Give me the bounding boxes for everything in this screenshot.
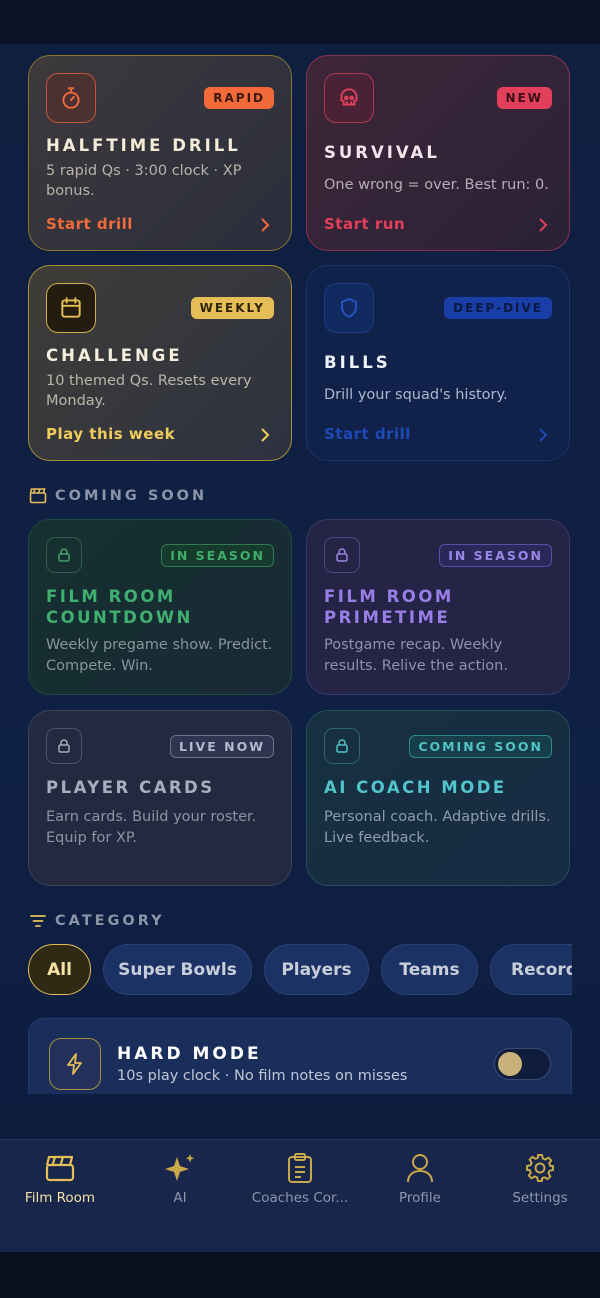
ai-coach-mode-card: COMING SOON AI COACH MODE Personal coach…: [306, 710, 570, 886]
survival-title: SURVIVAL: [324, 143, 440, 162]
hard-mode-row: HARD MODE 10s play clock · No film notes…: [28, 1018, 572, 1094]
stopwatch-icon: [46, 73, 96, 123]
play-this-week-link[interactable]: Play this week: [46, 425, 175, 443]
film-room-primetime-desc: Postgame recap. Weekly results. Relive t…: [324, 637, 508, 674]
challenge-title: CHALLENGE: [46, 346, 183, 365]
clapperboard-icon: [29, 488, 47, 504]
start-run-link[interactable]: Start run: [324, 215, 405, 233]
ai-coach-mode-desc: Personal coach. Adaptive drills. Live fe…: [324, 809, 551, 846]
chip-super-bowls[interactable]: Super Bowls: [103, 944, 252, 995]
film-room-countdown-title: FILM ROOM COUNTDOWN: [46, 587, 193, 627]
nav-settings[interactable]: Settings: [480, 1150, 600, 1206]
nav-profile[interactable]: Profile: [360, 1150, 480, 1206]
category-label: CATEGORY: [55, 913, 165, 929]
survival-card[interactable]: NEW SURVIVAL One wrong = over. Best run:…: [306, 55, 570, 251]
bills-card[interactable]: DEEP-DIVE BILLS Drill your squad's histo…: [306, 265, 570, 461]
chevron-right-icon: [539, 428, 548, 442]
lock-icon: [46, 537, 82, 573]
category-chips: All Super Bowls Players Teams Records: [28, 944, 572, 996]
nav-film-room[interactable]: Film Room: [0, 1150, 120, 1206]
rapid-badge: RAPID: [204, 87, 274, 109]
lock-icon: [324, 728, 360, 764]
halftime-drill-card[interactable]: RAPID HALFTIME DRILL 5 rapid Qs · 3:00 c…: [28, 55, 292, 251]
film-room-primetime-card: IN SEASON FILM ROOM PRIMETIME Postgame r…: [306, 519, 570, 695]
bills-start-drill-link[interactable]: Start drill: [324, 425, 411, 443]
challenge-desc: 10 themed Qs. Resets every Monday.: [46, 373, 252, 409]
lock-icon: [46, 728, 82, 764]
skull-icon: [324, 73, 374, 123]
nav-label: AI: [173, 1190, 187, 1206]
bottom-nav: Film Room AI Coaches Cor... Profile Sett…: [0, 1139, 600, 1252]
filter-icon: [30, 915, 46, 927]
in-season-badge: IN SEASON: [439, 544, 552, 567]
film-room-primetime-title: FILM ROOM PRIMETIME: [324, 587, 454, 627]
in-season-badge: IN SEASON: [161, 544, 274, 567]
survival-desc: One wrong = over. Best run: 0.: [324, 177, 549, 193]
home-indicator-area: [0, 1252, 600, 1298]
halftime-drill-title: HALFTIME DRILL: [46, 136, 241, 155]
start-drill-link[interactable]: Start drill: [46, 215, 133, 233]
chip-all[interactable]: All: [28, 944, 91, 995]
bills-desc: Drill your squad's history.: [324, 387, 508, 403]
lock-icon: [324, 537, 360, 573]
challenge-card[interactable]: WEEKLY CHALLENGE 10 themed Qs. Resets ev…: [28, 265, 292, 461]
toggle-knob: [498, 1052, 522, 1076]
new-badge: NEW: [496, 87, 552, 109]
hard-mode-desc: 10s play clock · No film notes on misses: [117, 1068, 408, 1084]
coming-soon-label: COMING SOON: [55, 488, 208, 504]
nav-label: Profile: [399, 1190, 441, 1206]
halftime-drill-desc: 5 rapid Qs · 3:00 clock · XP bonus.: [46, 163, 242, 199]
player-cards-desc: Earn cards. Build your roster. Equip for…: [46, 809, 257, 846]
shield-icon: [324, 283, 374, 333]
hard-mode-toggle[interactable]: [494, 1048, 551, 1080]
sparkle-icon: [120, 1150, 240, 1186]
chip-players[interactable]: Players: [264, 944, 369, 995]
ai-coach-mode-title: AI COACH MODE: [324, 778, 507, 797]
film-room-countdown-card: IN SEASON FILM ROOM COUNTDOWN Weekly pre…: [28, 519, 292, 695]
nav-label: Film Room: [24, 1190, 96, 1206]
weekly-badge: WEEKLY: [190, 297, 274, 319]
chip-teams[interactable]: Teams: [381, 944, 478, 995]
player-cards-card: LIVE NOW PLAYER CARDS Earn cards. Build …: [28, 710, 292, 886]
clapperboard-icon: [0, 1150, 120, 1186]
status-bar: [0, 0, 600, 44]
lightning-icon: [49, 1038, 101, 1090]
nav-label: Settings: [512, 1190, 568, 1206]
player-cards-title: PLAYER CARDS: [46, 778, 215, 797]
film-room-countdown-desc: Weekly pregame show. Predict. Compete. W…: [46, 637, 273, 674]
clipboard-icon: [240, 1150, 360, 1186]
person-icon: [360, 1150, 480, 1186]
calendar-icon: [46, 283, 96, 333]
bills-title: BILLS: [324, 353, 391, 372]
nav-label: Coaches Cor...: [251, 1190, 349, 1206]
nav-ai[interactable]: AI: [120, 1150, 240, 1206]
coming-soon-badge: COMING SOON: [409, 735, 552, 758]
live-now-badge: LIVE NOW: [169, 735, 274, 758]
chip-records[interactable]: Records: [490, 944, 572, 995]
gear-icon: [480, 1150, 600, 1186]
deep-dive-badge: DEEP-DIVE: [444, 297, 552, 319]
chevron-right-icon: [539, 218, 548, 232]
nav-coaches-corner[interactable]: Coaches Cor...: [240, 1150, 360, 1206]
hard-mode-title: HARD MODE: [117, 1044, 262, 1064]
chevron-right-icon: [261, 428, 270, 442]
chevron-right-icon: [261, 218, 270, 232]
